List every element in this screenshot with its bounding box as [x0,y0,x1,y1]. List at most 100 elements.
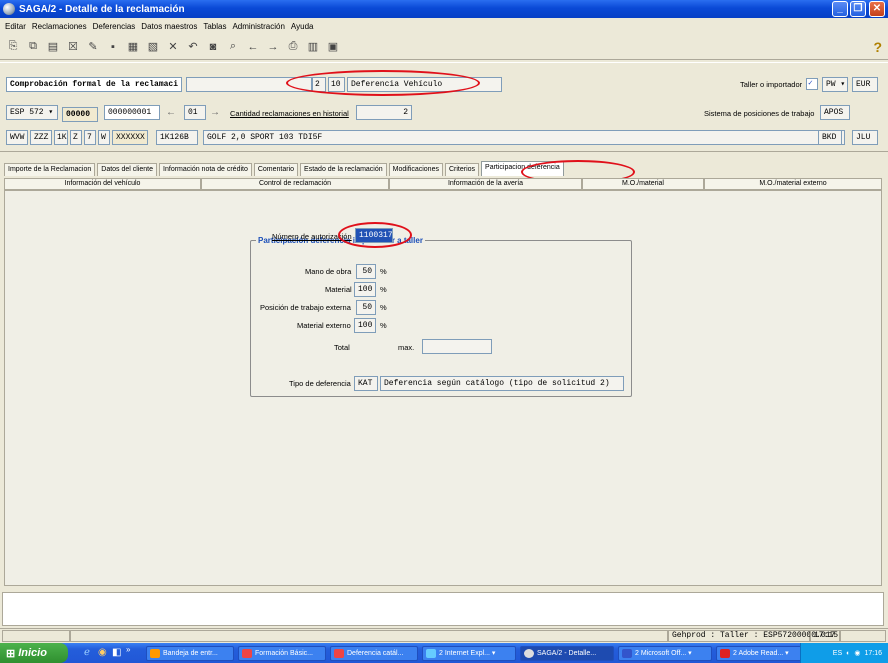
document-icon [242,649,252,658]
next-arrow-icon[interactable]: → [210,107,220,118]
material-percent: % [380,285,387,294]
country-select[interactable]: ESP 572 ▾ [6,105,58,120]
task-bandeja[interactable]: Bandeja de entr... [146,646,234,661]
cantidad-reclamaciones-link[interactable]: Cantidad reclamaciones en historial [230,109,349,118]
tab-estado[interactable]: Estado de la reclamación [300,163,387,176]
vin-part-4: Z [70,130,82,145]
taller-importador-checkbox[interactable]: ✓ [806,78,818,90]
tipo-deferencia-label: Tipo de deferencia [289,379,351,388]
calendar-icon[interactable]: ▣ [326,40,340,54]
tab-criterios[interactable]: Criterios [444,163,480,176]
mano-obra-percent: % [380,267,387,276]
subtab-control[interactable]: Control de reclamación [201,178,389,190]
maximize-button[interactable]: ❐ [850,1,866,17]
start-label: Inicio [18,647,47,659]
pos-externa-label: Posición de trabajo externa [260,303,351,312]
undo-icon[interactable]: ↶ [186,40,200,54]
code-bkd-field: BKD [818,130,842,145]
status-cell-2 [70,630,668,642]
menu-ayuda[interactable]: Ayuda [291,22,314,31]
ie-quicklaunch-icon[interactable]: ℯ [84,647,90,658]
task-formacion[interactable]: Formación Básic... [238,646,326,661]
highlight-ellipse [286,70,480,96]
close-icon[interactable]: ✕ [166,40,180,54]
code-00000-field[interactable]: 00000 [62,107,98,122]
taller-select[interactable]: PW ▾ [822,77,848,92]
menu-datos-maestros[interactable]: Datos maestros [141,22,197,31]
new-icon[interactable]: ⎘ [6,40,20,54]
language-indicator[interactable]: ES [833,650,842,657]
subtab-averia[interactable]: Información de la avería [389,178,582,190]
outlook-tray-icon[interactable]: ◉ [854,649,860,657]
save-icon[interactable]: ▤ [46,40,60,54]
tab-bar: Importe de la Reclamacion Datos del clie… [4,161,564,176]
task-internet-explorer[interactable]: 2 Internet Expl... ▾ [422,646,516,661]
barcode-icon[interactable]: ▥ [306,40,320,54]
document-icon[interactable]: ▧ [146,40,160,54]
outlook-quicklaunch-icon[interactable]: ◉ [98,647,107,658]
task-deferencia[interactable]: Deferencia catál... [330,646,418,661]
sistema-label: Sistema de posiciones de trabajo [704,109,815,118]
menu-reclamaciones[interactable]: Reclamaciones [32,22,87,31]
start-button[interactable]: ⊞ Inicio [0,643,68,663]
material-externo-field[interactable]: 100 [354,318,376,333]
prev-arrow-icon[interactable]: ← [166,107,176,118]
edit-icon[interactable]: ✎ [86,40,100,54]
vin-part-3: 1K [54,130,68,145]
menu-administracion[interactable]: Administración [232,22,284,31]
material-externo-percent: % [380,321,387,330]
subtab-vehiculo[interactable]: Información del vehículo [4,178,201,190]
total-label: Total [334,343,350,352]
cantidad-value-field: 2 [356,105,412,120]
forward-arrow-icon[interactable]: → [266,40,280,54]
status-system: Gehprod : Taller : ESP57200000.017 [668,630,835,642]
menu-deferencias[interactable]: Deferencias [93,22,136,31]
task-saga[interactable]: SAGA/2 - Detalle... [520,646,614,661]
ie-icon [426,649,436,658]
mano-obra-field[interactable]: 50 [356,264,376,279]
help-icon[interactable]: ? [873,39,882,55]
title-bar: SAGA/2 - Detalle de la reclamación _ ❐ ✕ [0,0,888,18]
floppy-icon[interactable]: ▪ [106,40,120,54]
status-time: 17:15 [810,630,840,642]
print-preview-icon[interactable]: ▦ [126,40,140,54]
delete-icon[interactable]: ☒ [66,40,80,54]
tipo-code-field[interactable]: KAT [354,376,378,391]
highlight-ellipse [338,222,412,248]
tab-nota-credito[interactable]: Información nota de crédito [159,163,252,176]
network-icon[interactable]: ◐ [846,650,850,657]
app-icon [3,3,15,15]
tab-modificaciones[interactable]: Modificaciones [388,163,443,176]
claim-number-field[interactable]: 000000001 [104,105,160,120]
binoculars-icon[interactable]: ◙ [206,40,220,54]
search-icon[interactable]: ⌕ [226,40,240,54]
printer-icon[interactable]: ⎙ [286,40,300,54]
quicklaunch-more[interactable]: » [126,645,130,654]
task-microsoft-office[interactable]: 2 Microsoft Off... ▾ [618,646,712,661]
vin-part-6: W [98,130,110,145]
material-field[interactable]: 100 [354,282,376,297]
comprobacion-field[interactable]: Comprobación formal de la reclamaci [6,77,182,92]
subtab-bar: Información del vehículo Control de recl… [4,178,882,190]
desktop-quicklaunch-icon[interactable]: ◧ [112,647,121,658]
menu-editar[interactable]: Editar [5,22,26,31]
material-label: Material [325,285,352,294]
pos-externa-percent: % [380,303,387,312]
tab-importe[interactable]: Importe de la Reclamacion [4,163,96,176]
minimize-button[interactable]: _ [832,1,848,17]
clock[interactable]: 17:16 [864,650,882,657]
close-window-button[interactable]: ✕ [869,1,885,17]
currency-field[interactable]: EUR [852,77,878,92]
subtab-mo-material[interactable]: M.O./material [582,178,704,190]
taller-importador-label: Taller o importador [740,80,803,89]
task-adobe-reader[interactable]: 2 Adobe Read... ▾ [716,646,804,661]
pos-externa-field[interactable]: 50 [356,300,376,315]
subtab-mo-material-externo[interactable]: M.O./material externo [704,178,882,190]
tab-datos-cliente[interactable]: Datos del cliente [97,163,158,176]
back-arrow-icon[interactable]: ← [246,40,260,54]
tab-comentario[interactable]: Comentario [253,163,299,176]
hist-number-field[interactable]: 01 [184,105,206,120]
menu-tablas[interactable]: Tablas [203,22,226,31]
total-max-field[interactable] [422,339,492,354]
copy-icon[interactable]: ⧉ [26,40,40,54]
